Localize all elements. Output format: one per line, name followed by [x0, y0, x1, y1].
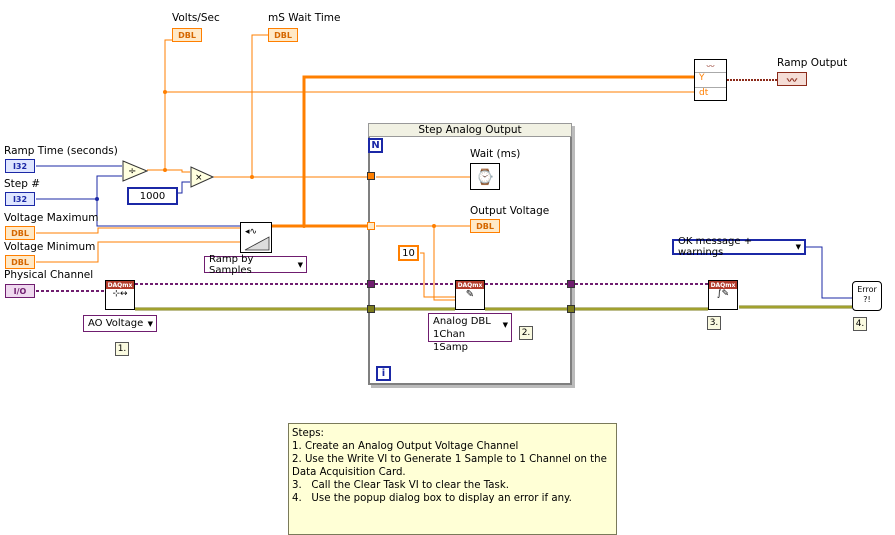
volts-sec-indicator[interactable]: DBL: [172, 28, 202, 42]
output-voltage-label: Output Voltage: [470, 205, 550, 217]
ramp-pattern-icon: ◂∿: [244, 227, 270, 251]
multiply-icon: ×: [195, 173, 203, 183]
physical-channel-control[interactable]: I/O: [5, 284, 35, 298]
constant-1000[interactable]: 1000: [127, 187, 178, 205]
ao-voltage-value: AO Voltage: [88, 318, 144, 329]
dropdown-arrow-icon: ▼: [297, 260, 303, 269]
dbl-type-label: DBL: [11, 257, 29, 267]
step-label-4: 4.: [853, 317, 867, 331]
multiply-node[interactable]: ×: [190, 166, 214, 188]
analog-dbl-line2: 1Chan 1Samp: [433, 329, 468, 353]
clock-icon: ⌚: [475, 168, 495, 186]
wait-ms-label: Wait (ms): [470, 148, 521, 160]
create-channel-icon: ⊹↔: [112, 289, 128, 299]
wire-vmax: [36, 227, 240, 234]
tunnel-ramp-array: [367, 222, 375, 230]
physical-channel-label: Physical Channel: [4, 269, 94, 281]
ramp-pattern-vi[interactable]: ◂∿: [240, 222, 272, 253]
error-handler-icon: Error?!: [857, 285, 877, 304]
wire-error-ring: [806, 246, 852, 299]
daqmx-header: DAQmx: [456, 281, 484, 289]
for-loop-title: Step Analog Output: [368, 123, 572, 137]
write-pencil-icon: ✎: [465, 289, 475, 300]
error-handler-label: Error: [857, 285, 877, 294]
ramp-time-label: Ramp Time (seconds): [4, 145, 118, 157]
ramp-time-control[interactable]: I32: [5, 159, 35, 173]
steps-line-3: 3. Call the Clear Task VI to clear the T…: [292, 480, 509, 491]
step-num-label: Step #: [4, 178, 41, 190]
ramp-output-indicator[interactable]: 〰: [777, 72, 807, 87]
svg-text:◂∿: ◂∿: [245, 227, 257, 237]
analog-dbl-ring[interactable]: Analog DBL 1Chan 1Samp ▼: [428, 313, 512, 353]
daqmx-clear-task-vi[interactable]: DAQmx ∫✎: [708, 280, 738, 310]
wire-ms-wait: [251, 34, 268, 177]
dropdown-arrow-icon: ▼: [147, 319, 153, 328]
divide-icon: ÷: [128, 166, 136, 177]
daqmx-write-vi[interactable]: DAQmx ✎: [455, 280, 485, 310]
simple-error-handler-vi[interactable]: Error?!: [852, 281, 882, 311]
tunnel-wait-in: [367, 172, 375, 180]
wire-volts-sec: [147, 39, 172, 171]
loop-count-terminal[interactable]: N: [368, 138, 383, 153]
clear-eraser-icon: ∫✎: [716, 289, 730, 299]
loop-iteration-terminal[interactable]: i: [376, 366, 391, 381]
i32-type-label: I32: [12, 161, 28, 171]
error-mode-value: OK message + warnings: [678, 236, 753, 258]
ms-wait-time-indicator[interactable]: DBL: [268, 28, 298, 42]
steps-line-4: 4. Use the popup dialog box to display a…: [292, 493, 572, 504]
step-label-2: 2.: [519, 326, 533, 340]
step-label-3: 3.: [707, 316, 721, 330]
build-waveform-y-input: Y: [695, 73, 726, 88]
daqmx-header: DAQmx: [709, 281, 737, 289]
dropdown-arrow-icon: ▼: [795, 243, 801, 251]
output-voltage-indicator[interactable]: DBL: [470, 219, 500, 233]
voltage-maximum-control[interactable]: DBL: [5, 226, 35, 240]
ms-wait-time-label: mS Wait Time: [268, 12, 341, 24]
tunnel-task-out: [567, 280, 575, 288]
wire-step-num: [36, 175, 122, 200]
i32-type-label: I32: [12, 194, 28, 204]
waveform-icon: 〰: [787, 75, 797, 87]
tunnel-error-out: [567, 305, 575, 313]
dropdown-arrow-icon: ▼: [502, 321, 508, 329]
build-waveform-dt-input: dt: [699, 88, 709, 98]
voltage-minimum-label: Voltage Minimum: [4, 241, 96, 253]
divide-node[interactable]: ÷: [122, 160, 148, 182]
step-num-control[interactable]: I32: [5, 192, 35, 206]
dbl-type-label: DBL: [11, 228, 29, 238]
ramp-mode-value: Ramp by Samples: [209, 253, 254, 276]
dbl-type-label: DBL: [476, 221, 494, 231]
dbl-type-label: DBL: [274, 30, 292, 40]
voltage-maximum-label: Voltage Maximum: [4, 212, 99, 224]
tunnel-error-in: [367, 305, 375, 313]
step-label-1: 1.: [115, 342, 129, 356]
waveform-icon: 〰: [695, 60, 726, 73]
steps-line-1: 1. Create an Analog Output Voltage Chann…: [292, 441, 519, 452]
volts-sec-label: Volts/Sec: [172, 12, 220, 24]
wait-ms-node[interactable]: ⌚: [470, 163, 500, 190]
ramp-mode-ring[interactable]: Ramp by Samples ▼: [204, 253, 307, 276]
build-waveform-node[interactable]: 〰 Y dt: [694, 59, 727, 101]
steps-heading: Steps:: [292, 428, 324, 439]
tunnel-task-in: [367, 280, 375, 288]
daqmx-header: DAQmx: [106, 281, 134, 289]
error-mode-ring[interactable]: OK message + warnings ▼: [672, 236, 806, 258]
dbl-type-label: DBL: [178, 30, 196, 40]
io-type-label: I/O: [13, 286, 27, 296]
ao-voltage-ring[interactable]: AO Voltage ▼: [83, 315, 157, 332]
daqmx-create-channel-vi[interactable]: DAQmx ⊹↔: [105, 280, 135, 310]
steps-comment-box: Steps: 1. Create an Analog Output Voltag…: [288, 423, 617, 535]
wire-1000: [178, 181, 190, 194]
ramp-output-label: Ramp Output: [777, 57, 848, 69]
steps-line-2: 2. Use the Write VI to Generate 1 Sample…: [292, 454, 611, 478]
wire-div-to-mult: [165, 169, 190, 173]
analog-dbl-line1: Analog DBL: [433, 316, 491, 327]
voltage-minimum-control[interactable]: DBL: [5, 255, 35, 269]
constant-10[interactable]: 10: [398, 245, 419, 261]
